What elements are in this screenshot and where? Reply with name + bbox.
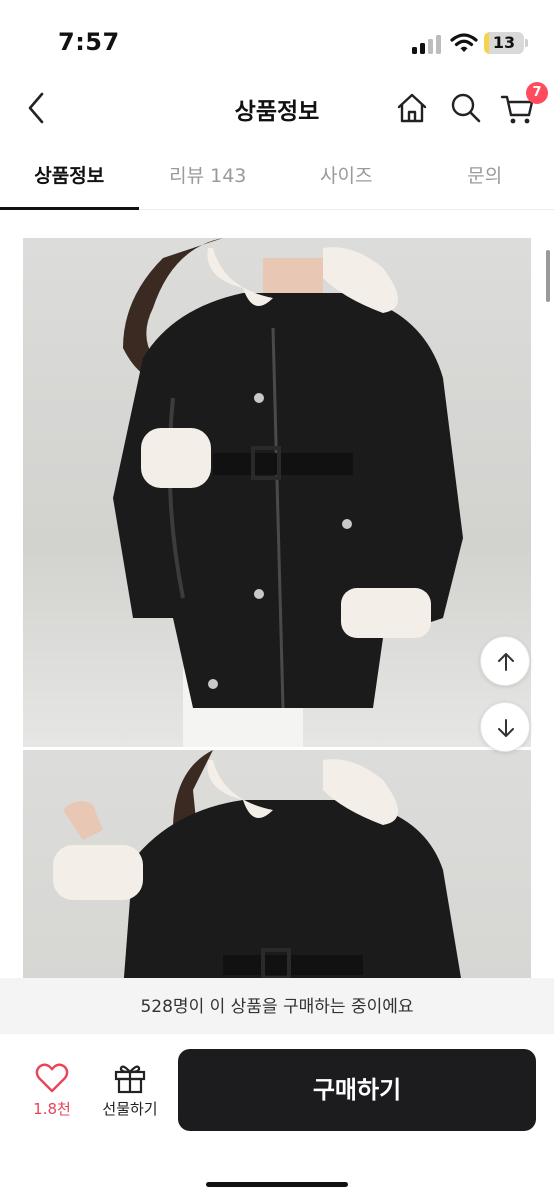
- gift-label: 선물하기: [102, 1100, 158, 1118]
- home-indicator: [206, 1182, 348, 1187]
- header: 상품정보 7: [0, 80, 554, 136]
- like-count: 1.8천: [33, 1100, 71, 1118]
- cart-button[interactable]: 7: [498, 82, 548, 128]
- tab-bar: 상품정보 리뷰 143 사이즈 문의: [0, 150, 554, 210]
- battery-tip: [525, 39, 528, 47]
- scrollbar[interactable]: [546, 250, 550, 302]
- gift-icon: [114, 1065, 146, 1094]
- scroll-up-button[interactable]: [480, 636, 530, 686]
- tab-inquiry[interactable]: 문의: [416, 150, 554, 209]
- buy-button[interactable]: 구매하기: [178, 1049, 536, 1131]
- home-button[interactable]: [392, 88, 432, 128]
- gift-button[interactable]: 선물하기: [94, 1062, 166, 1126]
- tab-size[interactable]: 사이즈: [277, 150, 416, 209]
- home-icon: [397, 93, 427, 123]
- search-button[interactable]: [446, 88, 486, 128]
- arrow-up-icon: [498, 653, 514, 671]
- purchase-notice: 528명이 이 상품을 구매하는 중이에요: [0, 978, 554, 1034]
- heart-icon: [35, 1063, 69, 1093]
- battery-body: 13: [484, 32, 524, 54]
- like-button[interactable]: 1.8천: [20, 1062, 84, 1126]
- tab-reviews[interactable]: 리뷰 143: [139, 150, 278, 209]
- battery-icon: 13: [484, 32, 528, 54]
- status-time: 7:57: [58, 28, 120, 56]
- cart-count-badge: 7: [526, 82, 548, 104]
- status-bar: 7:57 13: [0, 0, 554, 80]
- arrow-down-icon: [498, 719, 514, 737]
- signal-icon: [412, 34, 442, 54]
- scroll-down-button[interactable]: [480, 702, 530, 752]
- battery-level: 13: [492, 33, 516, 52]
- bottom-action-bar: 1.8천 선물하기 구매하기: [0, 1034, 554, 1200]
- search-icon: [451, 93, 481, 123]
- product-detail-content[interactable]: [0, 210, 554, 978]
- tab-product-info[interactable]: 상품정보: [0, 150, 139, 210]
- back-button[interactable]: [18, 88, 58, 128]
- product-photo: [23, 750, 531, 978]
- wifi-icon: [450, 32, 478, 54]
- product-photo: [23, 238, 531, 747]
- back-arrow-icon: [28, 92, 44, 124]
